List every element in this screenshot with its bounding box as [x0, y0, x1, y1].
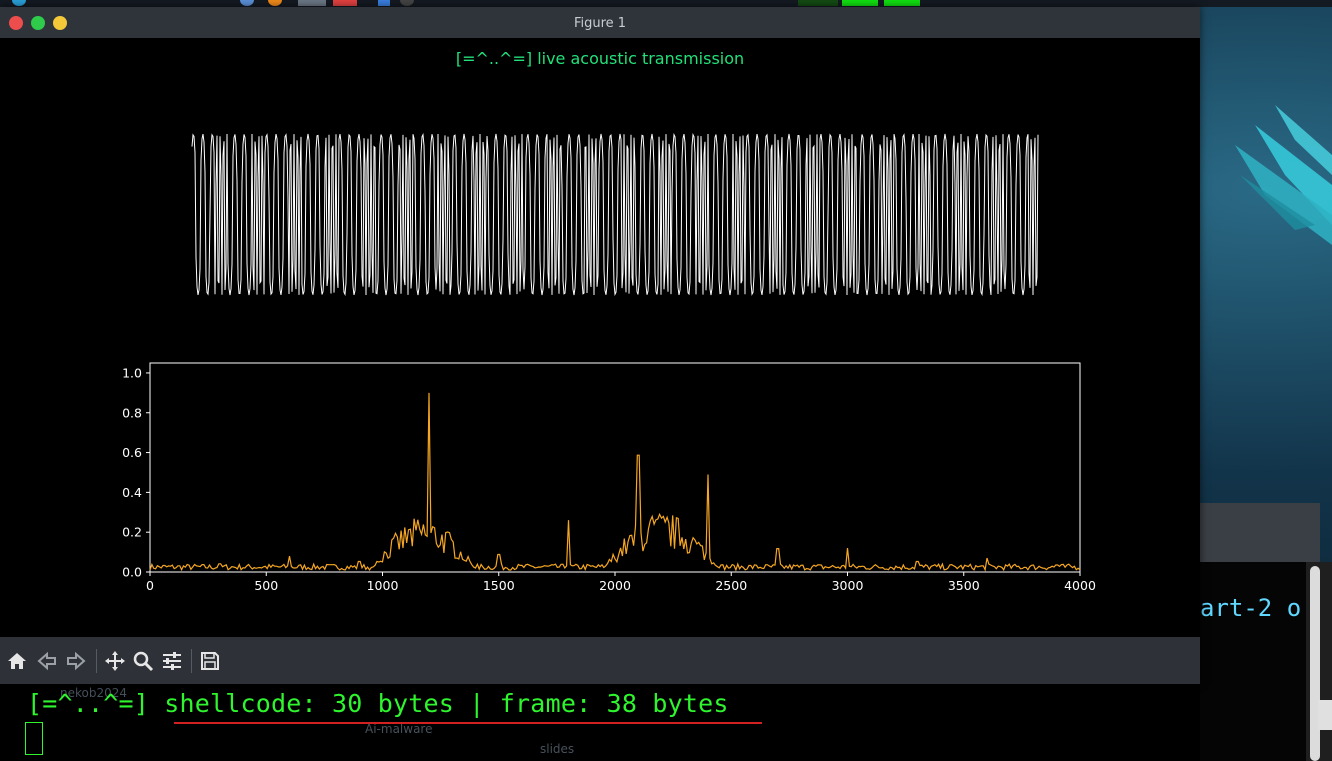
terminal-output-line: [=^..^=] shellcode: 30 bytes | frame: 38… [27, 689, 729, 718]
home-icon [8, 653, 26, 669]
x-tick-label: 2500 [715, 578, 747, 593]
x-tick-label: 1000 [367, 578, 399, 593]
spectrum-line [149, 392, 1081, 572]
panel-app-icon[interactable] [298, 0, 326, 6]
waveform-line [191, 132, 1039, 297]
background-tab[interactable] [1318, 700, 1332, 730]
terminal-message: shellcode: 30 bytes | frame: 38 bytes [164, 689, 729, 718]
panel-app-icon[interactable] [333, 0, 357, 6]
save-button[interactable] [198, 649, 222, 673]
save-icon [201, 652, 219, 670]
panel-app-icon[interactable] [400, 0, 414, 6]
waveform-plot [191, 132, 1039, 297]
spectrum-plot: 0 500 1000 1500 2000 2500 3000 3500 4000 0.0 0.2 0.… [122, 362, 1096, 593]
x-tick-label: 3000 [832, 578, 864, 593]
x-tick-label: 4000 [1064, 578, 1096, 593]
memory-graph [842, 0, 878, 6]
toolbar-separator [96, 649, 97, 673]
home-button[interactable] [5, 649, 29, 673]
terminal-window[interactable]: nekob2024 Ai-malware slides [=^..^=] she… [0, 684, 1200, 761]
forward-icon [67, 651, 86, 671]
y-tick-label: 0.4 [122, 485, 142, 500]
zoom-button[interactable] [131, 649, 155, 673]
plot-svg: 0 500 1000 1500 2000 2500 3000 3500 4000 0.0 0.2 0.… [122, 132, 1096, 593]
highlight-underline [174, 722, 762, 724]
back-icon [37, 651, 56, 671]
x-tick-label: 1500 [483, 578, 515, 593]
y-tick-label: 1.0 [122, 365, 142, 380]
x-tick-label: 2000 [599, 578, 631, 593]
maximize-button[interactable] [31, 16, 45, 30]
figure-window[interactable]: Figure 1 [=^..^=] live acoustic transmis… [0, 7, 1200, 684]
y-tick-label: 0.2 [122, 525, 142, 540]
plot-toolbar [0, 637, 1200, 684]
forward-button[interactable] [64, 649, 88, 673]
configure-subplots-icon [163, 652, 181, 670]
y-tick-label: 0.8 [122, 405, 142, 420]
network-graph [884, 0, 920, 6]
back-button[interactable] [35, 649, 59, 673]
x-tick-label: 3500 [948, 578, 980, 593]
panel-app-icon[interactable] [268, 0, 282, 6]
background-terminal[interactable]: art-2 o [1198, 562, 1306, 761]
wallpaper-logo [1235, 105, 1332, 245]
y-tick-label: 0.6 [122, 445, 142, 460]
terminal-prompt: [=^..^=] [27, 689, 150, 718]
y-tick-label: 0.0 [122, 565, 142, 580]
desktop-top-panel [0, 0, 1332, 7]
figure-canvas[interactable]: [=^..^=] live acoustic transmission 0 500… [0, 38, 1200, 637]
terminal-cursor [25, 722, 43, 755]
spectrum-axes-frame [149, 362, 1081, 573]
toolbar-separator [191, 649, 192, 673]
cpu-graph [798, 0, 838, 6]
panel-app-icon[interactable] [378, 0, 390, 6]
configure-subplots-button[interactable] [160, 649, 184, 673]
minimize-button[interactable] [53, 16, 67, 30]
window-titlebar[interactable]: Figure 1 [0, 7, 1200, 38]
close-button[interactable] [9, 16, 23, 30]
background-terminal-text: art-2 o [1200, 594, 1302, 622]
pan-icon [105, 651, 125, 671]
window-title: Figure 1 [573, 16, 627, 31]
ghost-text: Ai-malware [365, 722, 433, 736]
panel-app-icon[interactable] [240, 0, 254, 6]
background-scrollbar[interactable] [1306, 562, 1332, 761]
background-window[interactable] [1198, 503, 1320, 563]
panel-app-icon[interactable] [12, 0, 26, 6]
x-tick-label: 500 [254, 578, 278, 593]
pan-button[interactable] [103, 649, 127, 673]
zoom-icon [133, 651, 154, 672]
x-tick-label: 0 [146, 578, 154, 593]
ghost-text: slides [540, 742, 575, 756]
scrollbar-thumb[interactable] [1310, 566, 1320, 761]
